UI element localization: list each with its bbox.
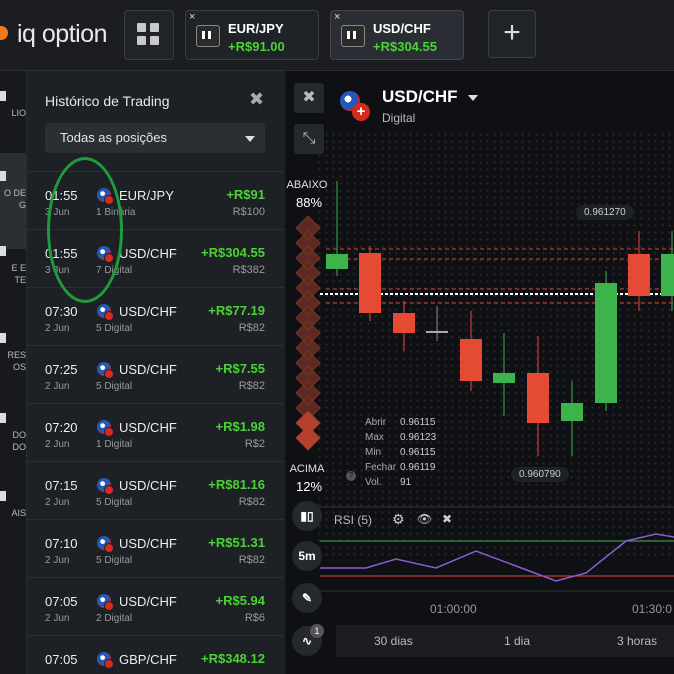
eye-icon[interactable]: 👁 [417,512,432,526]
tab-symbol: USD/CHF [373,21,431,36]
indicators-badge: 1 [310,624,324,638]
period-30d[interactable]: 30 dias [374,634,413,648]
history-row[interactable]: 07:20 2 Jun USD/CHF 1 Digital +R$1.98 R$… [27,403,285,461]
iq-option-logo[interactable]: iq option [0,20,108,49]
leaderboard-icon [0,333,6,343]
gear-icon[interactable]: ⚙ [392,511,405,528]
price-low-tag: 0.960790 [511,467,569,482]
time-label: 01:30:0 [632,602,673,616]
sentiment-indicator [295,215,321,451]
price-high-tag: 0.961270 [576,205,634,220]
close-tab-icon[interactable]: × [334,11,340,23]
indicator-label[interactable]: RSI (5) [334,513,372,527]
chevron-down-icon [245,136,255,142]
history-row[interactable]: 07:05 2 Jun USD/CHF 2 Digital +R$5.94 R$… [27,577,285,635]
assets-grid-button[interactable] [124,10,174,60]
currency-flag-icon [97,304,114,321]
tab-pnl: +R$304.55 [373,39,437,54]
history-row[interactable]: 07:05 GBP/CHF +R$348.12 [27,635,285,674]
trading-history-panel: Histórico de Trading ✖ Todas as posições… [27,71,285,674]
add-asset-button[interactable]: + [488,10,536,58]
green-highlight-oval [47,157,123,303]
top-bar: iq option × EUR/JPY +R$91.00 × USD/CHF +… [0,0,674,71]
left-nav: LIO O DE G E E TE RES OS DO DO AIS [0,71,27,674]
nav-item-trading-history[interactable]: O DE G [0,153,26,249]
close-tab-icon[interactable]: × [189,11,195,23]
period-selector: 30 dias 1 dia 3 horas [336,625,674,657]
nav-item-market-analysis[interactable]: DO DO [0,413,26,453]
analysis-icon [0,413,6,423]
more-icon [0,491,6,501]
ohlc-labels: Abrir Max Min Fechar Vol. [365,417,397,488]
currency-flag-icon [97,478,114,495]
help-icon[interactable]: ? [346,471,356,481]
nav-item-chat[interactable]: E E TE [0,246,26,286]
currency-flag-icon [97,536,114,553]
history-row[interactable]: 07:10 2 Jun USD/CHF 5 Digital +R$51.31 R… [27,519,285,577]
positions-filter-select[interactable]: Todas as posições [45,123,265,153]
binary-flag-icon [341,25,365,47]
nav-item-more[interactable]: AIS [0,491,26,519]
period-3h[interactable]: 3 horas [617,634,657,648]
trading-chart[interactable]: ✖ ⤡ + USD/CHF Digital ABAIXO 88% ACIMA 1… [286,71,674,674]
panel-title: Histórico de Trading [45,93,170,109]
draw-tools-button[interactable]: ✎ [292,583,322,613]
asset-tab-eurjpy[interactable]: × EUR/JPY +R$91.00 [185,10,319,60]
history-icon [0,171,6,181]
ohlc-values: 0.96115 0.96123 0.96115 0.96119 91 [400,417,437,488]
history-row[interactable]: 07:15 2 Jun USD/CHF 5 Digital +R$81.16 R… [27,461,285,519]
currency-flag-icon [97,594,114,611]
binary-flag-icon [196,25,220,47]
currency-flag-icon [97,420,114,437]
nav-item-leaderboard[interactable]: RES OS [0,333,26,373]
nav-item-portfolio[interactable]: LIO [0,91,26,119]
period-1d[interactable]: 1 dia [504,634,530,648]
chart-svg [295,181,674,592]
history-row[interactable]: 07:30 2 Jun USD/CHF 5 Digital +R$77.19 R… [27,287,285,345]
portfolio-icon [0,91,6,101]
candles-type-button[interactable]: ▮▯ [292,501,322,531]
tab-symbol: EUR/JPY [228,21,284,36]
history-row[interactable]: 07:25 2 Jun USD/CHF 5 Digital +R$7.55 R$… [27,345,285,403]
timeframe-button[interactable]: 5m [292,541,322,571]
tab-pnl: +R$91.00 [228,39,285,54]
time-label: 01:00:00 [430,602,477,616]
chat-icon [0,246,6,256]
logo-dot-icon [0,26,8,41]
currency-flag-icon [97,362,114,379]
close-indicator-icon[interactable]: ✖ [442,512,452,526]
asset-tab-usdchf[interactable]: × USD/CHF +R$304.55 [330,10,464,60]
close-panel-icon[interactable]: ✖ [249,89,264,110]
currency-flag-icon [97,652,114,669]
